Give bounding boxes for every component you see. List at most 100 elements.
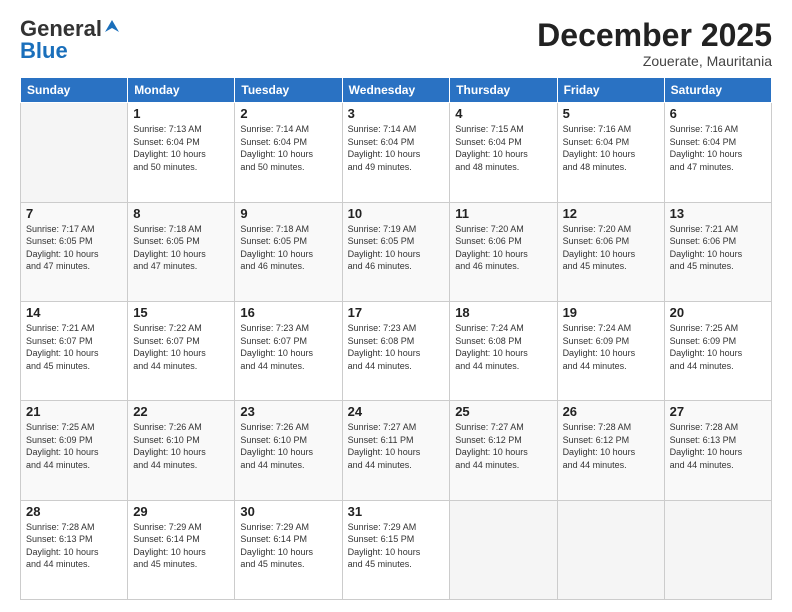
calendar-cell: 14Sunrise: 7:21 AM Sunset: 6:07 PM Dayli… [21,301,128,400]
day-info: Sunrise: 7:28 AM Sunset: 6:12 PM Dayligh… [563,421,659,471]
day-info: Sunrise: 7:27 AM Sunset: 6:11 PM Dayligh… [348,421,445,471]
day-number: 4 [455,106,551,121]
calendar-cell: 4 Sunrise: 7:15 AM Sunset: 6:04 PM Daylig… [450,103,557,202]
calendar-week-4: 21 Sunrise: 7:25 AM Sunset: 6:09 PM Dayli… [21,401,772,500]
day-number: 2 [240,106,336,121]
day-info: Sunrise: 7:22 AM Sunset: 6:07 PM Dayligh… [133,322,229,372]
logo-text: General [20,18,121,40]
logo-blue: Blue [20,40,68,62]
day-info: Sunrise: 7:27 AM Sunset: 6:12 PM Dayligh… [455,421,551,471]
calendar-cell: 20 Sunrise: 7:25 AM Sunset: 6:09 PM Dayli… [664,301,771,400]
day-info: Sunrise: 7:23 AM Sunset: 6:07 PM Dayligh… [240,322,336,372]
day-info: Sunrise: 7:26 AM Sunset: 6:10 PM Dayligh… [240,421,336,471]
calendar-header-row: SundayMondayTuesdayWednesdayThursdayFrid… [21,78,772,103]
day-info: Sunrise: 7:21 AM Sunset: 6:07 PM Dayligh… [26,322,122,372]
day-info: Sunrise: 7:26 AM Sunset: 6:10 PM Dayligh… [133,421,229,471]
day-number: 12 [563,206,659,221]
day-info: Sunrise: 7:20 AM Sunset: 6:06 PM Dayligh… [563,223,659,273]
day-number: 7 [26,206,122,221]
day-info: Sunrise: 7:24 AM Sunset: 6:08 PM Dayligh… [455,322,551,372]
calendar-cell: 8Sunrise: 7:18 AM Sunset: 6:05 PM Daylig… [128,202,235,301]
day-number: 1 [133,106,229,121]
day-number: 3 [348,106,445,121]
day-number: 16 [240,305,336,320]
day-number: 28 [26,504,122,519]
calendar-week-5: 28 Sunrise: 7:28 AM Sunset: 6:13 PM Dayli… [21,500,772,599]
calendar-cell [21,103,128,202]
day-number: 19 [563,305,659,320]
day-number: 15 [133,305,229,320]
day-info: Sunrise: 7:16 AM Sunset: 6:04 PM Dayligh… [563,123,659,173]
calendar-header-sunday: Sunday [21,78,128,103]
day-number: 6 [670,106,766,121]
day-number: 17 [348,305,445,320]
calendar-cell [664,500,771,599]
calendar-cell: 5 Sunrise: 7:16 AM Sunset: 6:04 PM Daylig… [557,103,664,202]
calendar-cell: 15 Sunrise: 7:22 AM Sunset: 6:07 PM Dayli… [128,301,235,400]
logo-icon [103,18,121,36]
month-title: December 2025 [537,18,772,53]
calendar-cell: 2 Sunrise: 7:14 AM Sunset: 6:04 PM Daylig… [235,103,342,202]
calendar-cell: 31Sunrise: 7:29 AM Sunset: 6:15 PM Dayli… [342,500,450,599]
day-number: 25 [455,404,551,419]
calendar-cell [450,500,557,599]
day-number: 20 [670,305,766,320]
day-info: Sunrise: 7:16 AM Sunset: 6:04 PM Dayligh… [670,123,766,173]
day-info: Sunrise: 7:29 AM Sunset: 6:14 PM Dayligh… [240,521,336,571]
day-number: 11 [455,206,551,221]
day-info: Sunrise: 7:18 AM Sunset: 6:05 PM Dayligh… [240,223,336,273]
calendar-week-2: 7Sunrise: 7:17 AM Sunset: 6:05 PM Daylig… [21,202,772,301]
calendar-week-3: 14Sunrise: 7:21 AM Sunset: 6:07 PM Dayli… [21,301,772,400]
day-number: 22 [133,404,229,419]
day-number: 5 [563,106,659,121]
calendar-cell [557,500,664,599]
calendar-cell: 25 Sunrise: 7:27 AM Sunset: 6:12 PM Dayli… [450,401,557,500]
calendar-table: SundayMondayTuesdayWednesdayThursdayFrid… [20,77,772,600]
calendar-cell: 30Sunrise: 7:29 AM Sunset: 6:14 PM Dayli… [235,500,342,599]
day-number: 10 [348,206,445,221]
day-number: 21 [26,404,122,419]
day-info: Sunrise: 7:28 AM Sunset: 6:13 PM Dayligh… [26,521,122,571]
page: General Blue December 2025 Zouerate, Mau… [0,0,792,612]
calendar-cell: 12 Sunrise: 7:20 AM Sunset: 6:06 PM Dayli… [557,202,664,301]
calendar-week-1: 1 Sunrise: 7:13 AM Sunset: 6:04 PM Daylig… [21,103,772,202]
calendar-cell: 28 Sunrise: 7:28 AM Sunset: 6:13 PM Dayli… [21,500,128,599]
day-number: 9 [240,206,336,221]
day-info: Sunrise: 7:29 AM Sunset: 6:14 PM Dayligh… [133,521,229,571]
day-info: Sunrise: 7:21 AM Sunset: 6:06 PM Dayligh… [670,223,766,273]
header: General Blue December 2025 Zouerate, Mau… [20,18,772,69]
calendar-cell: 1 Sunrise: 7:13 AM Sunset: 6:04 PM Daylig… [128,103,235,202]
calendar-cell: 9 Sunrise: 7:18 AM Sunset: 6:05 PM Daylig… [235,202,342,301]
day-info: Sunrise: 7:19 AM Sunset: 6:05 PM Dayligh… [348,223,445,273]
day-info: Sunrise: 7:28 AM Sunset: 6:13 PM Dayligh… [670,421,766,471]
calendar-cell: 26 Sunrise: 7:28 AM Sunset: 6:12 PM Dayli… [557,401,664,500]
day-info: Sunrise: 7:20 AM Sunset: 6:06 PM Dayligh… [455,223,551,273]
calendar-cell: 16 Sunrise: 7:23 AM Sunset: 6:07 PM Dayli… [235,301,342,400]
day-info: Sunrise: 7:13 AM Sunset: 6:04 PM Dayligh… [133,123,229,173]
day-number: 29 [133,504,229,519]
calendar-header-wednesday: Wednesday [342,78,450,103]
day-number: 26 [563,404,659,419]
calendar-cell: 24 Sunrise: 7:27 AM Sunset: 6:11 PM Dayli… [342,401,450,500]
calendar-cell: 23Sunrise: 7:26 AM Sunset: 6:10 PM Dayli… [235,401,342,500]
calendar-header-tuesday: Tuesday [235,78,342,103]
calendar-header-monday: Monday [128,78,235,103]
day-info: Sunrise: 7:15 AM Sunset: 6:04 PM Dayligh… [455,123,551,173]
day-info: Sunrise: 7:25 AM Sunset: 6:09 PM Dayligh… [670,322,766,372]
title-block: December 2025 Zouerate, Mauritania [537,18,772,69]
calendar-cell: 18Sunrise: 7:24 AM Sunset: 6:08 PM Dayli… [450,301,557,400]
day-number: 8 [133,206,229,221]
day-info: Sunrise: 7:14 AM Sunset: 6:04 PM Dayligh… [348,123,445,173]
day-number: 24 [348,404,445,419]
day-info: Sunrise: 7:25 AM Sunset: 6:09 PM Dayligh… [26,421,122,471]
calendar-cell: 27Sunrise: 7:28 AM Sunset: 6:13 PM Dayli… [664,401,771,500]
calendar-header-thursday: Thursday [450,78,557,103]
location-subtitle: Zouerate, Mauritania [537,53,772,69]
calendar-cell: 22 Sunrise: 7:26 AM Sunset: 6:10 PM Dayli… [128,401,235,500]
day-info: Sunrise: 7:23 AM Sunset: 6:08 PM Dayligh… [348,322,445,372]
day-info: Sunrise: 7:14 AM Sunset: 6:04 PM Dayligh… [240,123,336,173]
calendar-cell: 17 Sunrise: 7:23 AM Sunset: 6:08 PM Dayli… [342,301,450,400]
logo: General Blue [20,18,121,62]
day-info: Sunrise: 7:29 AM Sunset: 6:15 PM Dayligh… [348,521,445,571]
calendar-cell: 13Sunrise: 7:21 AM Sunset: 6:06 PM Dayli… [664,202,771,301]
